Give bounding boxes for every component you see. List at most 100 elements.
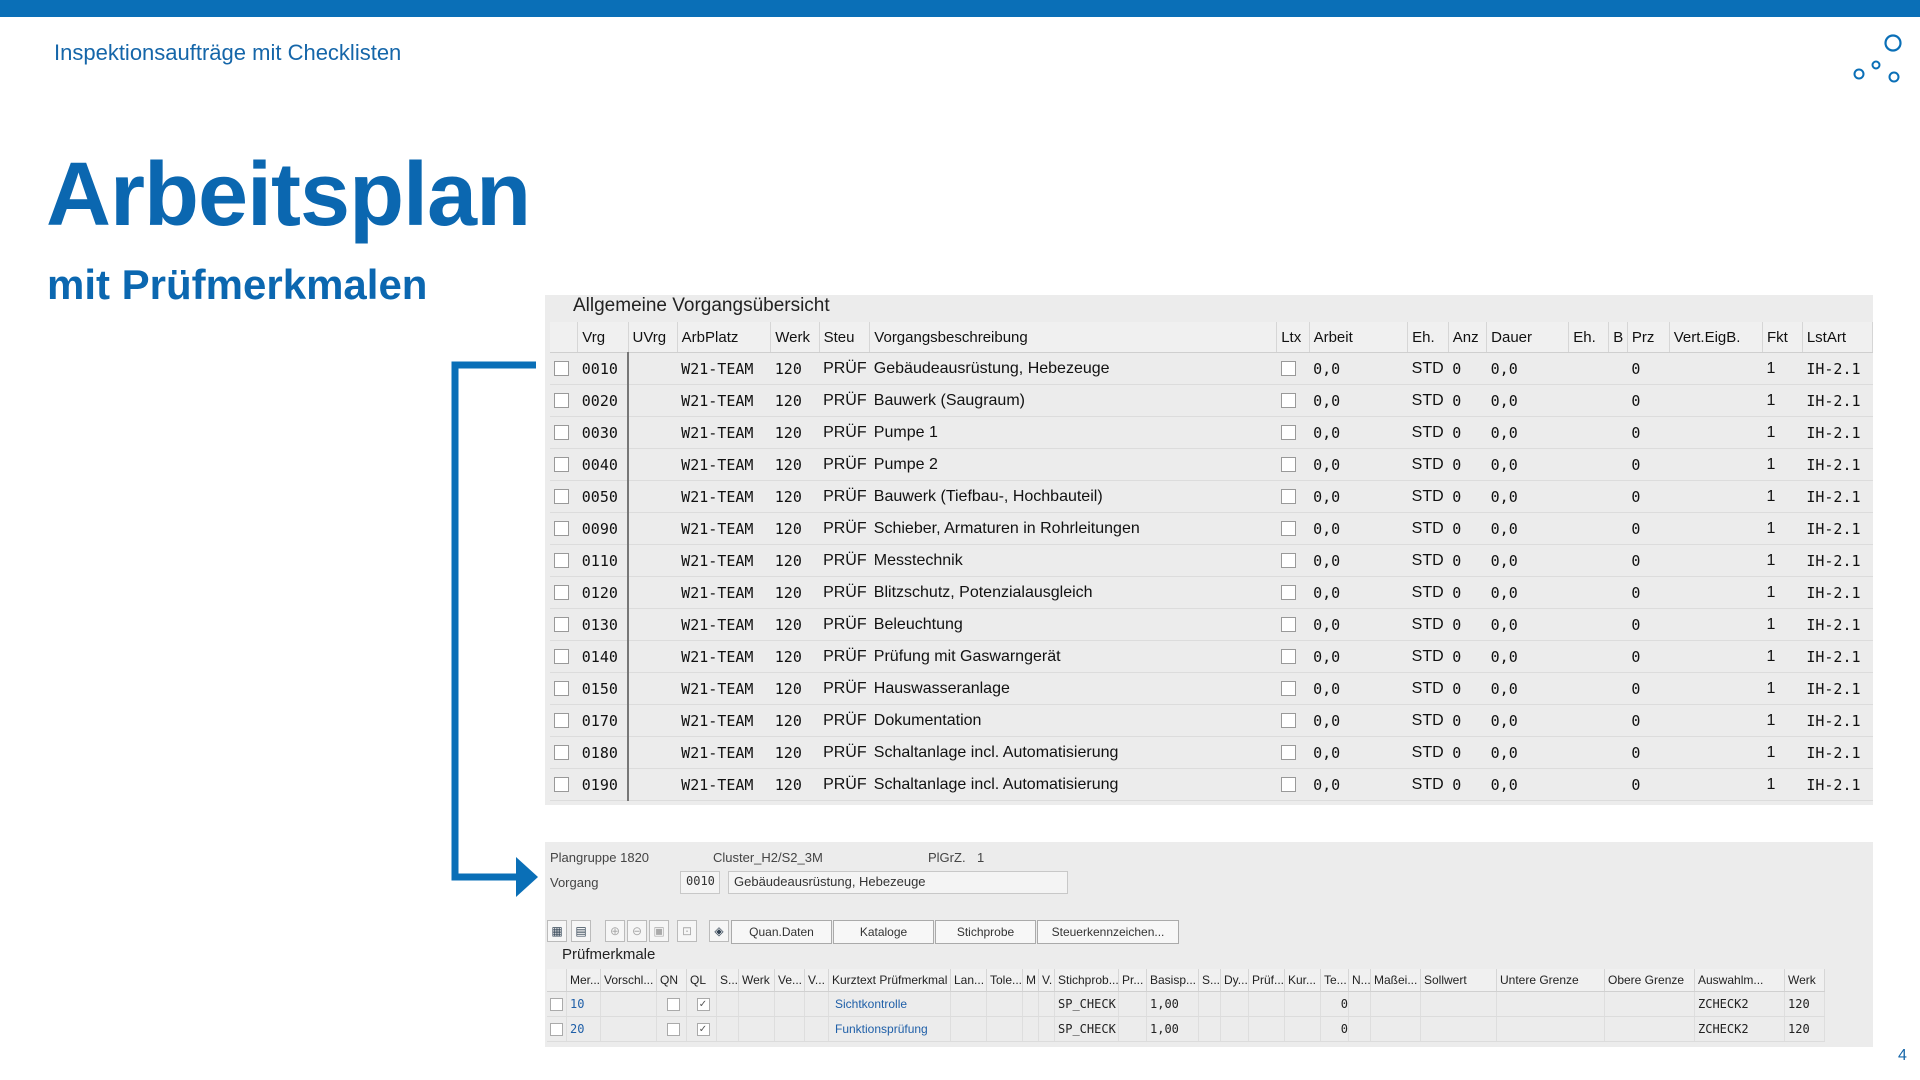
- prz-cell[interactable]: 0: [1627, 448, 1670, 481]
- row-checkbox[interactable]: [554, 744, 569, 760]
- empty-cell[interactable]: [738, 1016, 775, 1042]
- uvrg-cell[interactable]: [628, 736, 678, 769]
- row-checkbox[interactable]: [550, 998, 563, 1012]
- uvrg-cell[interactable]: [628, 672, 678, 705]
- row-checkbox[interactable]: [554, 456, 569, 472]
- vrg-cell[interactable]: 0050: [577, 480, 630, 513]
- eh-cell[interactable]: STD: [1407, 576, 1449, 609]
- fkt-cell[interactable]: 1: [1762, 736, 1803, 769]
- fkt-cell[interactable]: 1: [1762, 448, 1803, 481]
- verteigb-cell[interactable]: [1669, 736, 1763, 769]
- column-header[interactable]: QL: [686, 969, 717, 992]
- anz-cell[interactable]: 0: [1448, 608, 1487, 641]
- column-header[interactable]: Kurztext Prüfmerkmal: [828, 969, 951, 992]
- verteigb-cell[interactable]: [1669, 576, 1763, 609]
- werk-cell[interactable]: 120: [770, 480, 820, 513]
- operation-row[interactable]: 0120 W21-TEAM 120 PRÜF Blitzschutz, Potenzia…: [550, 576, 1873, 609]
- b-cell[interactable]: [1608, 384, 1628, 417]
- column-header[interactable]: Sollwert: [1420, 969, 1497, 992]
- vrg-cell[interactable]: 0130: [577, 608, 630, 641]
- arbplatz-cell[interactable]: W21-TEAM: [677, 768, 771, 801]
- lstart-cell[interactable]: IH-2.1: [1802, 416, 1873, 449]
- insert-row-icon[interactable]: ⊕: [605, 920, 625, 942]
- row-checkbox[interactable]: [550, 1023, 563, 1037]
- empty-cell[interactable]: [1198, 1016, 1221, 1042]
- description-cell[interactable]: Bauwerk (Tiefbau-, Hochbauteil): [869, 480, 1277, 513]
- ltx-checkbox[interactable]: [1280, 392, 1296, 408]
- arbeit-cell[interactable]: 0,0: [1309, 416, 1408, 449]
- vrg-cell[interactable]: 0020: [577, 384, 630, 417]
- te-cell[interactable]: 0: [1320, 991, 1349, 1017]
- empty-cell[interactable]: [1248, 1016, 1285, 1042]
- arbplatz-cell[interactable]: W21-TEAM: [677, 704, 771, 737]
- empty-cell[interactable]: [1220, 991, 1249, 1017]
- eh2-cell[interactable]: [1568, 672, 1609, 705]
- fkt-cell[interactable]: 1: [1762, 576, 1803, 609]
- select-column-header[interactable]: [550, 322, 579, 353]
- dauer-cell[interactable]: 0,0: [1486, 544, 1569, 577]
- column-header[interactable]: Basisp...: [1146, 969, 1199, 992]
- arbeit-cell[interactable]: 0,0: [1309, 480, 1408, 513]
- column-header[interactable]: Prz: [1627, 322, 1670, 353]
- dauer-cell[interactable]: 0,0: [1486, 736, 1569, 769]
- b-cell[interactable]: [1608, 416, 1628, 449]
- empty-cell[interactable]: [1284, 1016, 1321, 1042]
- verteigb-cell[interactable]: [1669, 640, 1763, 673]
- qn-checkbox[interactable]: [666, 1023, 680, 1037]
- text-cell[interactable]: Sichtkontrolle: [828, 991, 951, 1017]
- empty-cell[interactable]: [774, 991, 805, 1017]
- eh2-cell[interactable]: [1568, 608, 1609, 641]
- arbeit-cell[interactable]: 0,0: [1309, 352, 1408, 385]
- uvrg-cell[interactable]: [628, 576, 678, 609]
- arbplatz-cell[interactable]: W21-TEAM: [677, 448, 771, 481]
- verteigb-cell[interactable]: [1669, 384, 1763, 417]
- empty-cell[interactable]: [1420, 991, 1497, 1017]
- column-header[interactable]: S...: [716, 969, 739, 992]
- description-cell[interactable]: Pumpe 2: [869, 448, 1277, 481]
- text-cell[interactable]: Funktionsprüfung: [828, 1016, 951, 1042]
- description-cell[interactable]: Hauswasseranlage: [869, 672, 1277, 705]
- arbeit-cell[interactable]: 0,0: [1309, 544, 1408, 577]
- column-header[interactable]: Fkt: [1762, 322, 1803, 353]
- anz-cell[interactable]: 0: [1448, 640, 1487, 673]
- anz-cell[interactable]: 0: [1448, 704, 1487, 737]
- fkt-cell[interactable]: 1: [1762, 352, 1803, 385]
- ltx-checkbox[interactable]: [1280, 616, 1296, 632]
- column-header[interactable]: Dauer: [1486, 322, 1570, 353]
- prz-cell[interactable]: 0: [1627, 608, 1670, 641]
- verteigb-cell[interactable]: [1669, 608, 1763, 641]
- qn-cell[interactable]: [656, 991, 687, 1017]
- fkt-cell[interactable]: 1: [1762, 768, 1803, 801]
- operation-row[interactable]: 0090 W21-TEAM 120 PRÜF Schieber, Armaturen i…: [550, 512, 1873, 545]
- ltx-checkbox[interactable]: [1280, 552, 1296, 568]
- qn-cell[interactable]: [656, 1016, 687, 1042]
- empty-cell[interactable]: [804, 1016, 829, 1042]
- b-cell[interactable]: [1608, 672, 1628, 705]
- column-header[interactable]: ArbPlatz: [677, 322, 772, 353]
- werk-cell[interactable]: 120: [770, 448, 820, 481]
- steu-cell[interactable]: PRÜF: [819, 640, 870, 673]
- fkt-cell[interactable]: 1: [1762, 416, 1803, 449]
- dauer-cell[interactable]: 0,0: [1486, 480, 1569, 513]
- prz-cell[interactable]: 0: [1627, 544, 1670, 577]
- lstart-cell[interactable]: IH-2.1: [1802, 704, 1873, 737]
- fkt-cell[interactable]: 1: [1762, 512, 1803, 545]
- eh-cell[interactable]: STD: [1407, 736, 1449, 769]
- arbplatz-cell[interactable]: W21-TEAM: [677, 736, 771, 769]
- column-header[interactable]: S...: [1198, 969, 1221, 992]
- arbplatz-cell[interactable]: W21-TEAM: [677, 576, 771, 609]
- fkt-cell[interactable]: 1: [1762, 384, 1803, 417]
- basis-cell[interactable]: 1,00: [1146, 991, 1199, 1017]
- prz-cell[interactable]: 0: [1627, 352, 1670, 385]
- select-all-icon[interactable]: ▦: [547, 920, 567, 942]
- werk-cell[interactable]: 120: [770, 640, 820, 673]
- anz-cell[interactable]: 0: [1448, 672, 1487, 705]
- werk-cell[interactable]: 120: [770, 768, 820, 801]
- column-header[interactable]: Tole...: [986, 969, 1023, 992]
- arbplatz-cell[interactable]: W21-TEAM: [677, 640, 771, 673]
- b-cell[interactable]: [1608, 448, 1628, 481]
- dauer-cell[interactable]: 0,0: [1486, 640, 1569, 673]
- vrg-cell[interactable]: 0190: [577, 768, 630, 801]
- description-cell[interactable]: Prüfung mit Gaswarngerät: [869, 640, 1277, 673]
- ltx-checkbox[interactable]: [1280, 424, 1296, 440]
